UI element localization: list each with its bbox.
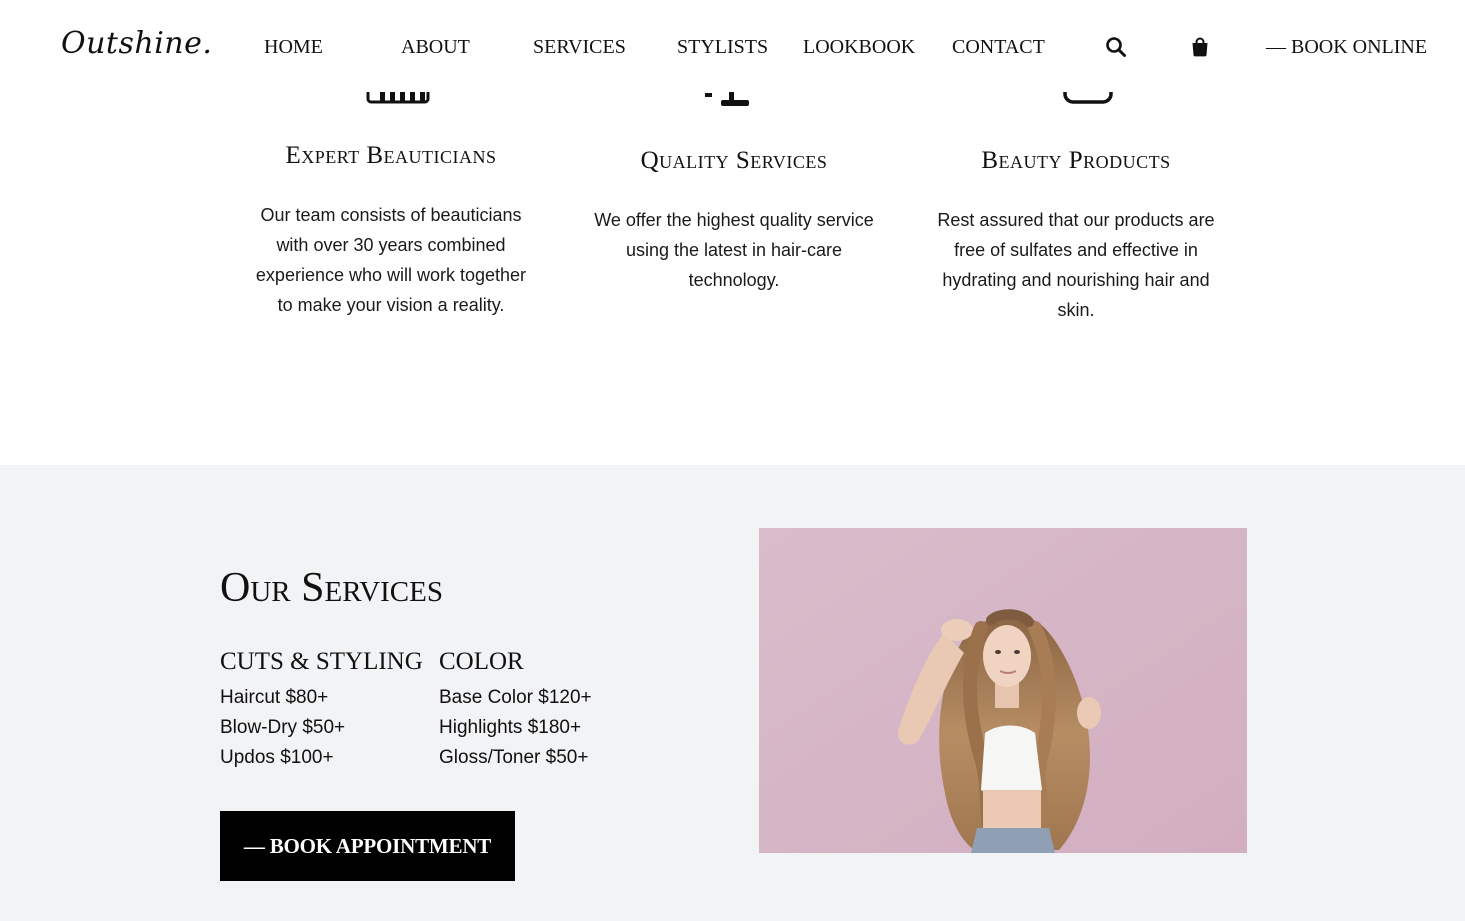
service-category-heading: COLOR — [439, 648, 524, 675]
service-item: Highlights $180+ — [439, 717, 582, 738]
service-item: Haircut $80+ — [220, 687, 329, 708]
logo[interactable]: Outshine. — [61, 24, 212, 64]
model-photo — [759, 528, 1247, 853]
feature-quality-services: Quality Services We offer the highest qu… — [594, 146, 874, 295]
service-item: Updos $100+ — [220, 747, 334, 768]
nav-stylists[interactable]: STYLISTS — [677, 34, 768, 60]
shopping-bag-icon[interactable] — [1188, 35, 1212, 59]
service-item: Base Color $120+ — [439, 687, 592, 708]
feature-text: Rest assured that our products are free … — [937, 210, 1215, 320]
feature-title: Expert Beauticians — [285, 142, 497, 169]
nav-home[interactable]: HOME — [264, 34, 323, 60]
search-icon[interactable] — [1104, 35, 1128, 59]
feature-beauty-products: Beauty Products Rest assured that our pr… — [936, 146, 1216, 325]
nav-about[interactable]: ABOUT — [401, 34, 470, 60]
service-category-color: COLOR Base Color $120+ Highlights $180+ … — [439, 647, 592, 773]
service-item: Blow-Dry $50+ — [220, 717, 346, 738]
feature-title: Beauty Products — [981, 147, 1171, 174]
book-appointment-button[interactable]: — BOOK APPOINTMENT — [220, 811, 515, 881]
feature-text: Our team consists of beauticians with ov… — [255, 205, 527, 315]
services-section: Our Services CUTS & STYLING Haircut $80+… — [0, 465, 1465, 921]
nav-lookbook[interactable]: LOOKBOOK — [803, 34, 915, 60]
nav-contact[interactable]: CONTACT — [952, 34, 1045, 60]
feature-expert-beauticians: Expert Beauticians Our team consists of … — [251, 141, 531, 320]
service-category-cuts: CUTS & STYLING Haircut $80+ Blow-Dry $50… — [220, 647, 423, 773]
service-item: Gloss/Toner $50+ — [439, 747, 589, 768]
site-header: Outshine. HOME ABOUT SERVICES STYLISTS L… — [0, 0, 1465, 92]
book-online-link[interactable]: — BOOK ONLINE — [1266, 34, 1427, 60]
service-category-heading: CUTS & STYLING — [220, 648, 423, 675]
nav-services[interactable]: SERVICES — [533, 34, 626, 60]
feature-title: Quality Services — [640, 147, 828, 174]
services-title: Our Services — [220, 565, 443, 611]
feature-text: We offer the highest quality service usi… — [594, 210, 874, 290]
